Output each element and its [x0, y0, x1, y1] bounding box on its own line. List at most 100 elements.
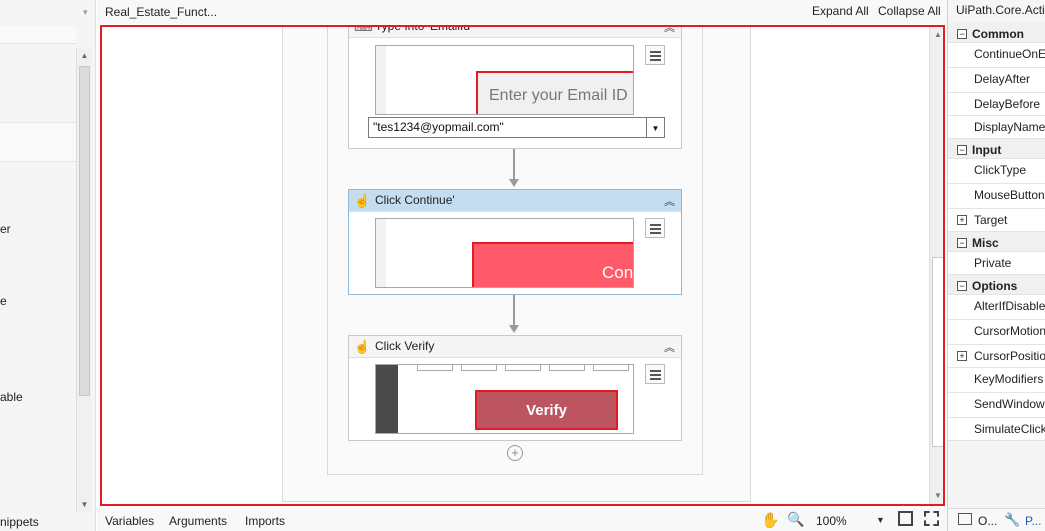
expand-all-button[interactable]: Expand All [812, 4, 869, 18]
scroll-down-icon[interactable]: ▼ [77, 497, 92, 512]
activity-header[interactable]: ⌨ Type Into 'EmailId' ︽ [349, 25, 681, 38]
property-row[interactable]: MouseButton [948, 184, 1045, 209]
properties-tab[interactable]: P... [1025, 514, 1041, 528]
property-category[interactable]: − Input [948, 139, 1045, 159]
type-into-icon: ⌨ [354, 25, 373, 34]
flow-connector [513, 295, 515, 327]
hand-pan-icon[interactable]: ✋ [761, 511, 780, 529]
left-panel-item[interactable]: e [0, 294, 7, 308]
property-label: DelayBefore [974, 97, 1041, 111]
property-row[interactable]: SendWindow [948, 393, 1045, 418]
breadcrumb[interactable]: Real_Estate_Funct... [105, 5, 217, 19]
activity-title: Click Verify [375, 339, 435, 353]
property-label: ClickType [974, 163, 1027, 177]
click-verify-activity[interactable]: ☝ Click Verify ︽ Verify [348, 335, 682, 441]
left-scrollbar[interactable]: ▲ ▼ [76, 48, 91, 512]
variables-tab[interactable]: Variables [105, 514, 154, 528]
dropdown-icon[interactable]: ▾ [83, 7, 88, 18]
chevron-down-icon[interactable]: ▼ [647, 117, 665, 138]
property-row[interactable]: ContinueOnEr [948, 43, 1045, 68]
expand-icon[interactable]: + [957, 215, 967, 225]
property-category[interactable]: − Common [948, 23, 1045, 43]
collapse-icon[interactable]: ︽ [664, 339, 675, 355]
collapse-icon[interactable]: ︽ [664, 27, 675, 35]
left-panel-item[interactable]: able [0, 390, 23, 404]
property-label: CursorMotion [974, 324, 1045, 338]
property-row[interactable]: DelayBefore [948, 93, 1045, 116]
click-continue-activity[interactable]: ☝ Click Continue' ︽ Con [348, 189, 682, 295]
flow-connector [513, 149, 515, 181]
designer-bottom-bar: Variables Arguments Imports ✋ 🔍 100% ▼ [97, 508, 947, 531]
chevron-down-icon[interactable]: ▼ [876, 515, 885, 525]
scroll-up-icon[interactable]: ▲ [930, 27, 943, 43]
property-row[interactable]: DisplayName [948, 116, 1045, 139]
activity-title: Type Into 'EmailId' [375, 25, 473, 33]
activities-panel: ▾ er e able ▲ ▼ nippets [0, 0, 96, 531]
snippets-tab[interactable]: nippets [0, 515, 39, 529]
thumbnail-placeholder-text: Enter your Email ID [489, 87, 628, 104]
collapse-icon[interactable]: ︽ [664, 193, 675, 209]
property-label: KeyModifiers [974, 372, 1044, 386]
activity-header[interactable]: ☝ Click Continue' ︽ [349, 190, 681, 212]
property-label: Target [974, 213, 1008, 227]
property-row[interactable]: DelayAfter [948, 68, 1045, 93]
property-row[interactable]: + Target [948, 209, 1045, 232]
property-category[interactable]: − Options [948, 275, 1045, 295]
screenshot-thumbnail: Verify [375, 364, 634, 434]
hamburger-menu-icon[interactable] [645, 364, 665, 384]
scrollbar-thumb[interactable] [932, 257, 943, 447]
scroll-up-icon[interactable]: ▲ [77, 48, 92, 63]
collapse-icon[interactable]: − [957, 238, 967, 248]
property-row[interactable]: KeyModifiers [948, 368, 1045, 393]
property-label: Options [972, 279, 1018, 293]
imports-tab[interactable]: Imports [245, 514, 285, 528]
property-row[interactable]: CursorMotion [948, 320, 1045, 345]
property-row[interactable]: + CursorPosition [948, 345, 1045, 368]
text-input-field[interactable]: "tes1234@yopmail.com" [368, 117, 647, 138]
hamburger-menu-icon[interactable] [645, 218, 665, 238]
activity-header[interactable]: ☝ Click Verify ︽ [349, 336, 681, 358]
collapse-icon[interactable]: − [957, 281, 967, 291]
zoom-icon[interactable]: 🔍 [787, 511, 804, 528]
property-row[interactable]: SimulateClick [948, 418, 1045, 441]
property-label: ContinueOnEr [974, 47, 1045, 61]
property-label: SimulateClick [974, 422, 1045, 436]
left-panel-header: ▾ [0, 0, 95, 24]
property-category[interactable]: − Misc [948, 232, 1045, 252]
continue-target-highlight: Con [472, 242, 633, 287]
left-panel-section [0, 122, 76, 162]
scroll-down-icon[interactable]: ▼ [930, 488, 943, 504]
click-icon: ☝ [354, 193, 371, 208]
type-into-activity[interactable]: ⌨ Type Into 'EmailId' ︽ Enter your Email… [348, 25, 682, 149]
designer-toolbar: Real_Estate_Funct... Expand All Collapse… [97, 0, 947, 24]
arguments-tab[interactable]: Arguments [169, 514, 227, 528]
properties-title: UiPath.Core.Activ [956, 3, 1045, 17]
property-label: Common [972, 27, 1024, 41]
property-label: Private [974, 256, 1012, 270]
expand-icon[interactable]: + [957, 351, 967, 361]
property-row[interactable]: AlterIfDisable [948, 295, 1045, 320]
property-label: SendWindow [974, 397, 1045, 411]
fit-to-screen-icon[interactable] [898, 511, 913, 526]
collapse-all-button[interactable]: Collapse All [878, 4, 941, 18]
scrollbar-thumb[interactable] [79, 66, 90, 396]
canvas-scrollbar[interactable]: ▲ ▼ [929, 27, 943, 504]
overview-icon[interactable] [924, 511, 939, 526]
property-row[interactable]: ClickType [948, 159, 1045, 184]
left-panel-filter[interactable] [0, 26, 76, 44]
designer-canvas[interactable]: ⌨ Type Into 'EmailId' ︽ Enter your Email… [100, 25, 945, 506]
property-label: MouseButton [974, 188, 1045, 202]
zoom-level[interactable]: 100% [816, 514, 847, 528]
email-target-highlight: Enter your Email ID [476, 71, 633, 114]
verify-target-highlight: Verify [475, 390, 618, 430]
outline-icon [958, 513, 972, 525]
property-row[interactable]: Private [948, 252, 1045, 275]
property-label: AlterIfDisable [974, 299, 1045, 313]
left-panel-item[interactable]: er [0, 222, 11, 236]
outline-tab[interactable]: O... [978, 514, 997, 528]
collapse-icon[interactable]: − [957, 29, 967, 39]
add-activity-icon[interactable]: + [507, 445, 523, 461]
collapse-icon[interactable]: − [957, 145, 967, 155]
properties-bottom-tabs: O... 🔧 P... [948, 508, 1045, 531]
hamburger-menu-icon[interactable] [645, 45, 665, 65]
